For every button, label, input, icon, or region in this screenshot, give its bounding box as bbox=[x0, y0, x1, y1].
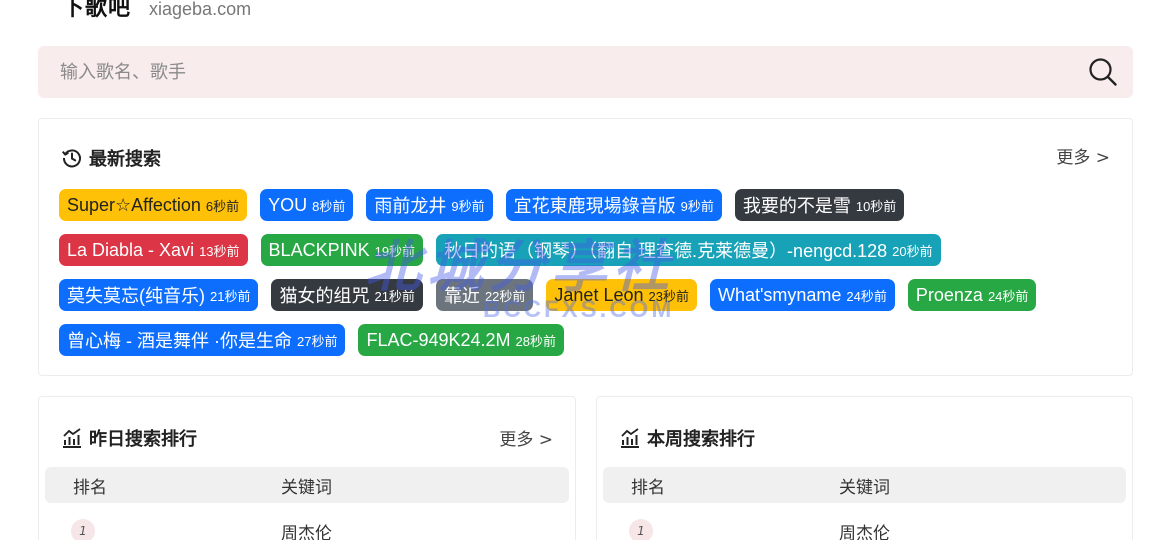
search-tag-keyword: BLACKPINK bbox=[268, 239, 370, 260]
search-tag-time: 13秒前 bbox=[199, 243, 240, 259]
recent-tags: Super☆Affection 6秒前 YOU 8秒前 雨前龙井 9秒前 宜花東鹿現場錄音版… bbox=[59, 189, 1119, 369]
yesterday-rank-header: 昨日搜索排行 bbox=[61, 425, 197, 451]
search-tag-time: 9秒前 bbox=[451, 198, 485, 214]
search-tag-keyword: 宜花東鹿現場錄音版 bbox=[513, 196, 676, 216]
yesterday-rank-title: 昨日搜索排行 bbox=[89, 429, 197, 450]
rank-keyword[interactable]: 周杰伦 bbox=[839, 519, 890, 540]
search-tag-time: 9秒前 bbox=[680, 198, 714, 214]
search-tag[interactable]: La Diabla - Xavi 13秒前 bbox=[59, 234, 248, 266]
bar-chart-icon bbox=[621, 428, 639, 448]
search-tag[interactable]: FLAC-949K24.2M 28秒前 bbox=[358, 324, 565, 356]
search-tag-time: 20秒前 bbox=[892, 243, 933, 259]
recent-search-header: 最新搜索 bbox=[61, 145, 161, 171]
week-rank-title: 本周搜索排行 bbox=[647, 429, 755, 450]
search-tag-keyword: La Diabla - Xavi bbox=[67, 239, 195, 260]
recent-more-link[interactable]: 更多 > bbox=[1056, 143, 1110, 168]
search-tag[interactable]: 雨前龙井 9秒前 bbox=[366, 189, 493, 221]
search-tag-keyword: Super☆Affection bbox=[67, 194, 201, 215]
rank-number: 1 bbox=[629, 519, 653, 540]
column-keyword: 关键词 bbox=[839, 477, 890, 498]
search-tag[interactable]: Proenza 24秒前 bbox=[907, 279, 1037, 311]
search-tag-keyword: 我要的不是雪 bbox=[742, 196, 851, 216]
bar-chart-icon bbox=[63, 428, 81, 448]
search-tag[interactable]: 曾心梅 - 酒是舞伴 ·你是生命 27秒前 bbox=[59, 324, 346, 356]
search-tag-keyword: FLAC-949K24.2M bbox=[366, 329, 511, 350]
search-tag-time: 6秒前 bbox=[205, 198, 240, 214]
search-tag-time: 22秒前 bbox=[484, 288, 526, 304]
week-table-header: 排名 关键词 bbox=[603, 467, 1126, 503]
search-tag-time: 24秒前 bbox=[846, 288, 887, 304]
tag-row: 莫失莫忘(纯音乐) 21秒前 猫女的组咒 21秒前 靠近 22秒前 Janet Leon 23… bbox=[59, 279, 1119, 312]
search-tag-keyword: 曾心梅 - 酒是舞伴 ·你是生命 bbox=[67, 331, 292, 351]
site-domain: xiageba.com bbox=[149, 0, 252, 19]
recent-search-card: 最新搜索 更多 > Super☆Affection 6秒前 YOU 8秒前 雨前龙井 9秒… bbox=[38, 118, 1133, 376]
search-tag-time: 8秒前 bbox=[312, 198, 346, 214]
rank-number: 1 bbox=[71, 519, 95, 540]
search-tag-keyword: 秋日的语（钢琴）（翻自 理查德.克莱德曼）-nengcd.128 bbox=[444, 241, 888, 261]
yesterday-table-header: 排名 关键词 bbox=[45, 467, 569, 503]
search-tag[interactable]: Janet Leon 23秒前 bbox=[546, 279, 697, 311]
column-keyword: 关键词 bbox=[281, 477, 332, 498]
search-tag-keyword: 莫失莫忘(纯音乐) bbox=[67, 286, 205, 306]
week-rank-card: 本周搜索排行 排名 关键词 1 周杰伦 bbox=[596, 396, 1133, 540]
site-header: 下歌吧 xiageba.com bbox=[62, 0, 251, 21]
search-icon bbox=[1089, 58, 1117, 86]
search-tag-keyword: YOU bbox=[268, 194, 308, 215]
recent-search-title: 最新搜索 bbox=[89, 149, 161, 170]
search-tag[interactable]: YOU 8秒前 bbox=[260, 189, 354, 221]
tag-row: Super☆Affection 6秒前 YOU 8秒前 雨前龙井 9秒前 宜花東鹿現場錄音版… bbox=[59, 189, 1119, 222]
search-button[interactable] bbox=[1073, 46, 1133, 98]
search-tag-keyword: Proenza bbox=[915, 284, 983, 305]
tag-row: 曾心梅 - 酒是舞伴 ·你是生命 27秒前 FLAC-949K24.2M 28秒前 bbox=[59, 324, 1119, 357]
week-rank-header: 本周搜索排行 bbox=[619, 425, 755, 451]
search-tag[interactable]: What'smyname 24秒前 bbox=[709, 279, 895, 311]
table-row[interactable]: 1 周杰伦 bbox=[45, 515, 569, 540]
search-tag-time: 24秒前 bbox=[987, 288, 1029, 304]
search-tag-keyword: 靠近 bbox=[443, 286, 480, 306]
search-tag[interactable]: 莫失莫忘(纯音乐) 21秒前 bbox=[59, 279, 259, 311]
search-tag-time: 28秒前 bbox=[515, 333, 557, 349]
tag-row: La Diabla - Xavi 13秒前 BLACKPINK 19秒前 秋日的语（钢琴… bbox=[59, 234, 1119, 267]
search-tag-keyword: 猫女的组咒 bbox=[279, 286, 370, 306]
yesterday-rank-card: 昨日搜索排行 更多 > 排名 关键词 1 周杰伦 bbox=[38, 396, 576, 540]
search-input[interactable] bbox=[60, 46, 1073, 98]
column-rank: 排名 bbox=[73, 477, 107, 498]
search-tag[interactable]: 靠近 22秒前 bbox=[435, 279, 534, 311]
site-name[interactable]: 下歌吧 bbox=[62, 0, 131, 22]
column-rank: 排名 bbox=[631, 477, 665, 498]
search-bar bbox=[38, 46, 1133, 98]
search-tag-time: 10秒前 bbox=[855, 198, 897, 214]
search-tag-keyword: 雨前龙井 bbox=[374, 196, 447, 216]
search-tag-time: 27秒前 bbox=[297, 333, 338, 349]
search-tag-keyword: What'smyname bbox=[717, 284, 842, 305]
search-tag-time: 23秒前 bbox=[648, 288, 689, 304]
search-tag[interactable]: 猫女的组咒 21秒前 bbox=[271, 279, 423, 311]
search-tag[interactable]: 秋日的语（钢琴）（翻自 理查德.克莱德曼）-nengcd.128 20秒前 bbox=[436, 234, 941, 266]
search-tag[interactable]: Super☆Affection 6秒前 bbox=[59, 189, 248, 221]
search-tag-time: 21秒前 bbox=[374, 288, 415, 304]
history-icon bbox=[62, 149, 81, 168]
search-tag-time: 21秒前 bbox=[210, 288, 251, 304]
rank-keyword[interactable]: 周杰伦 bbox=[281, 519, 332, 540]
search-tag-keyword: Janet Leon bbox=[554, 284, 644, 305]
table-row[interactable]: 1 周杰伦 bbox=[603, 515, 1126, 540]
yesterday-more-link[interactable]: 更多 > bbox=[499, 425, 553, 450]
search-tag[interactable]: 我要的不是雪 10秒前 bbox=[734, 189, 905, 221]
search-tag-time: 19秒前 bbox=[374, 243, 416, 259]
search-tag[interactable]: BLACKPINK 19秒前 bbox=[260, 234, 424, 266]
search-tag[interactable]: 宜花東鹿現場錄音版 9秒前 bbox=[505, 189, 722, 221]
